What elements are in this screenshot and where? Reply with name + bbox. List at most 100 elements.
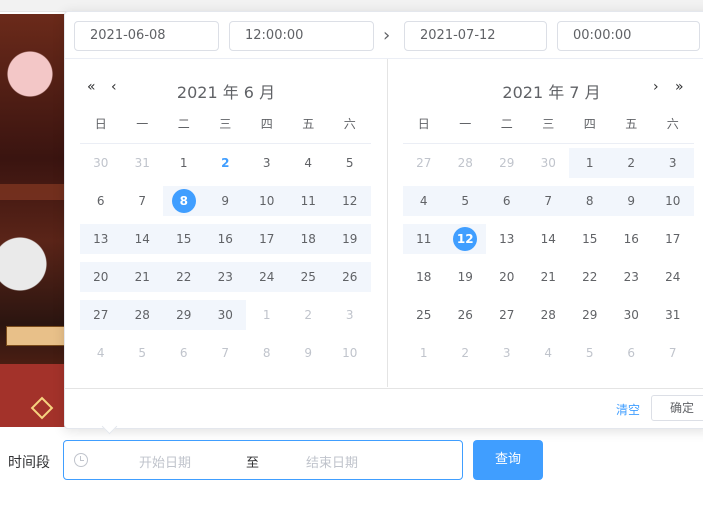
day-cell[interactable]: 27	[403, 148, 445, 178]
day-cell[interactable]: 17	[652, 224, 694, 254]
day-cell[interactable]: 30	[528, 148, 570, 178]
clear-button[interactable]: 清空	[616, 401, 640, 418]
weekday-label: 日	[417, 117, 430, 131]
day-cell[interactable]: 6	[486, 186, 528, 216]
day-cell[interactable]: 14	[121, 224, 163, 254]
day-cell[interactable]: 10	[246, 186, 288, 216]
day-cell[interactable]: 28	[121, 300, 163, 330]
start-date-placeholder[interactable]: 开始日期	[139, 452, 191, 471]
day-cell[interactable]: 5	[444, 186, 486, 216]
day-cell[interactable]: 31	[122, 148, 164, 178]
banner-stand	[0, 364, 70, 427]
day-cell[interactable]: 15	[569, 224, 611, 254]
day-cell[interactable]: 27	[486, 300, 528, 330]
date-range-input[interactable]: 开始日期 至 结束日期	[63, 440, 463, 480]
day-cell[interactable]: 3	[652, 148, 694, 178]
day-cell[interactable]: 29	[163, 300, 205, 330]
day-cell[interactable]: 29	[486, 148, 528, 178]
day-cell[interactable]: 28	[445, 148, 487, 178]
day-cell[interactable]: 2	[610, 148, 652, 178]
day-cell[interactable]: 9	[288, 338, 330, 368]
day-cell[interactable]: 14	[528, 224, 570, 254]
day-cell[interactable]: 26	[329, 262, 371, 292]
day-cell[interactable]: 4	[80, 338, 122, 368]
day-cell[interactable]: 25	[287, 262, 329, 292]
day-cell[interactable]: 1	[163, 148, 205, 178]
day-number: 4	[544, 346, 553, 360]
day-cell[interactable]: 22	[163, 262, 205, 292]
day-cell[interactable]: 23	[204, 262, 246, 292]
start-time-input[interactable]: 12:00:00	[229, 21, 374, 51]
day-cell[interactable]: 30	[611, 300, 653, 330]
day-cell[interactable]: 6	[611, 338, 653, 368]
day-cell[interactable]: 3	[486, 338, 528, 368]
day-cell[interactable]: 11	[403, 224, 445, 254]
day-cell[interactable]: 29	[569, 300, 611, 330]
day-cell[interactable]: 10	[652, 186, 694, 216]
day-cell[interactable]: 7	[652, 338, 694, 368]
day-cell[interactable]: 30	[204, 300, 246, 330]
day-cell[interactable]: 16	[204, 224, 246, 254]
day-cell[interactable]: 4	[288, 148, 330, 178]
day-cell[interactable]: 15	[163, 224, 205, 254]
day-cell[interactable]: 22	[569, 262, 611, 292]
day-cell[interactable]: 20	[80, 262, 122, 292]
next-year-icon[interactable]: »	[675, 79, 684, 95]
next-month-icon[interactable]: ›	[653, 79, 659, 95]
day-cell[interactable]: 6	[163, 338, 205, 368]
day-cell[interactable]: 24	[652, 262, 694, 292]
day-cell[interactable]: 13	[80, 224, 122, 254]
day-cell[interactable]: 26	[445, 300, 487, 330]
day-cell[interactable]: 7	[527, 186, 569, 216]
day-cell[interactable]: 21	[528, 262, 570, 292]
end-time-input[interactable]: 00:00:00	[557, 21, 700, 51]
day-cell[interactable]: 11	[287, 186, 329, 216]
day-cell[interactable]: 17	[246, 224, 288, 254]
day-cell[interactable]: 3	[329, 300, 371, 330]
day-cell[interactable]: 5	[569, 338, 611, 368]
day-cell[interactable]: 3	[246, 148, 288, 178]
day-cell[interactable]: 4	[528, 338, 570, 368]
day-cell[interactable]: 9	[204, 186, 246, 216]
day-cell[interactable]: 18	[403, 262, 445, 292]
today-day-cell[interactable]: 2	[205, 148, 247, 178]
day-cell[interactable]: 30	[80, 148, 122, 178]
query-button[interactable]: 查询	[473, 440, 543, 480]
selected-day-cell[interactable]: 8	[163, 186, 205, 216]
day-cell[interactable]: 1	[569, 148, 611, 178]
start-date-input[interactable]: 2021-06-08	[74, 21, 219, 51]
day-cell[interactable]: 28	[528, 300, 570, 330]
day-number: 1	[419, 346, 428, 360]
day-cell[interactable]: 23	[611, 262, 653, 292]
day-cell[interactable]: 5	[122, 338, 164, 368]
day-cell[interactable]: 19	[445, 262, 487, 292]
day-cell[interactable]: 18	[287, 224, 329, 254]
selected-day-cell[interactable]: 12	[444, 224, 486, 254]
day-cell[interactable]: 4	[403, 186, 445, 216]
day-cell[interactable]: 25	[403, 300, 445, 330]
confirm-button[interactable]: 确定	[651, 395, 703, 421]
day-cell[interactable]: 21	[121, 262, 163, 292]
day-cell[interactable]: 1	[403, 338, 445, 368]
end-date-placeholder[interactable]: 结束日期	[306, 452, 358, 471]
end-date-input[interactable]: 2021-07-12	[404, 21, 547, 51]
day-cell[interactable]: 7	[122, 186, 164, 216]
day-cell[interactable]: 19	[329, 224, 371, 254]
day-cell[interactable]: 1	[246, 300, 288, 330]
day-cell[interactable]: 6	[80, 186, 122, 216]
day-cell[interactable]: 13	[486, 224, 528, 254]
day-cell[interactable]: 27	[80, 300, 122, 330]
day-cell[interactable]: 2	[288, 300, 330, 330]
day-cell[interactable]: 16	[611, 224, 653, 254]
day-cell[interactable]: 12	[329, 186, 371, 216]
day-cell[interactable]: 9	[610, 186, 652, 216]
day-cell[interactable]: 8	[569, 186, 611, 216]
day-cell[interactable]: 24	[246, 262, 288, 292]
day-cell[interactable]: 2	[445, 338, 487, 368]
day-cell[interactable]: 5	[329, 148, 371, 178]
day-cell[interactable]: 7	[205, 338, 247, 368]
day-cell[interactable]: 8	[246, 338, 288, 368]
day-cell[interactable]: 31	[652, 300, 694, 330]
day-cell[interactable]: 10	[329, 338, 371, 368]
day-cell[interactable]: 20	[486, 262, 528, 292]
